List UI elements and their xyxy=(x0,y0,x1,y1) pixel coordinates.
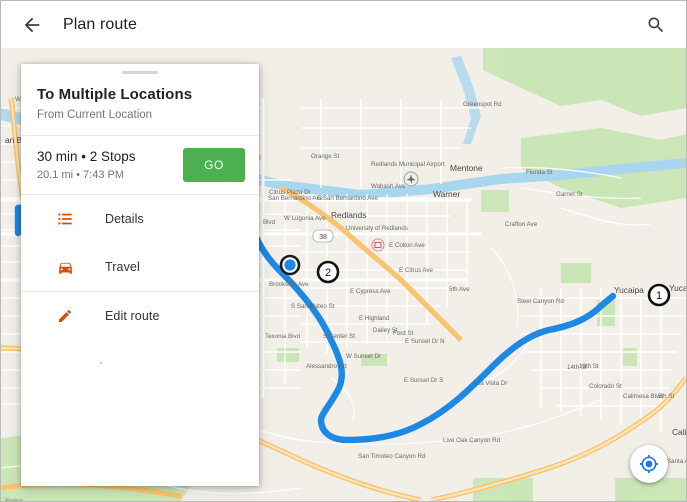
map-label: Mentone xyxy=(450,163,483,173)
map-label: Greenspot Rd xyxy=(463,101,502,108)
map-label: Brookside Ave xyxy=(269,281,309,288)
eta-text-group: 30 min • 2 Stops 20.1 mi • 7:43 PM xyxy=(37,148,183,182)
origin-marker xyxy=(279,254,301,276)
menu-label-details: Details xyxy=(105,212,144,226)
map-label: S Center St xyxy=(323,333,355,340)
map-label: San Timoteo Canyon Rd xyxy=(358,453,426,460)
menu-item-travel[interactable]: Travel xyxy=(21,243,259,291)
eta-row: 30 min • 2 Stops 20.1 mi • 7:43 PM GO xyxy=(21,136,259,194)
poi-icon xyxy=(371,238,385,252)
map-label: Santa Ana xyxy=(667,458,686,465)
go-button[interactable]: GO xyxy=(183,148,245,182)
eta-distance-arrival: 20.1 mi • 7:43 PM xyxy=(37,169,125,181)
map-label: Blvd xyxy=(263,219,276,226)
stop-marker-2: 2 xyxy=(316,260,340,284)
map-label: 5th St xyxy=(658,393,674,400)
map-label: Warner xyxy=(433,189,460,199)
map-label: E Sunset Dr S xyxy=(404,377,443,384)
destination-title: To Multiple Locations xyxy=(37,86,193,103)
my-location-button[interactable] xyxy=(630,445,668,483)
map-label: Florida St xyxy=(526,169,553,176)
map-label: University of Redlands xyxy=(346,225,408,232)
arrow-left-icon xyxy=(24,17,40,32)
app-window: W 5th StE 5th St3rd StRedlands Municipal… xyxy=(0,0,687,502)
svg-text:38: 38 xyxy=(319,234,327,241)
map-label: Redlands xyxy=(331,210,366,220)
sheet-header: To Multiple Locations From Current Locat… xyxy=(21,74,259,135)
map-label: E Citrus Ave xyxy=(399,267,433,274)
map-label: W Sunset Dr xyxy=(346,353,381,360)
map-label: Alessandro Rd xyxy=(306,363,347,370)
map-label: Ford St xyxy=(393,330,414,337)
map-label: E Highland xyxy=(359,315,390,322)
menu-item-details[interactable]: Details xyxy=(21,195,259,243)
map-label: E Sunset Dr N xyxy=(405,338,445,345)
map-label: Live Oak Canyon Rd xyxy=(443,437,501,444)
highway-shield-38: 38 xyxy=(312,229,334,243)
map-label: Spring xyxy=(5,498,23,501)
car-icon xyxy=(55,257,75,277)
map-label: E Cypress Ave xyxy=(350,288,391,295)
map-label: Yucaip xyxy=(669,283,686,293)
menu-label-edit-route: Edit route xyxy=(105,309,160,323)
map-label: Colorado St xyxy=(589,383,622,390)
stop-marker-1: 1 xyxy=(647,283,671,307)
list-icon xyxy=(55,209,75,229)
app-bar: Plan route xyxy=(1,1,686,48)
map-label: Wabash Ave xyxy=(371,183,406,190)
map-label: 5th Ave xyxy=(449,286,470,293)
map-label: E San Bernardino Ave xyxy=(317,195,378,202)
menu-item-edit-route[interactable]: Edit route xyxy=(21,292,259,340)
back-button[interactable] xyxy=(9,1,55,48)
map-label: Alta Vista Dr xyxy=(473,380,507,387)
svg-text:2: 2 xyxy=(325,267,331,279)
map-label: S San Mateo St xyxy=(291,303,335,310)
map-label: Steel Canyon Rd xyxy=(517,298,564,305)
my-location-icon xyxy=(639,454,659,474)
map-label: Texonia Blvd xyxy=(265,333,301,340)
map-label: W Lugonia Ave xyxy=(284,215,326,222)
map-label: Garnet St xyxy=(556,191,583,198)
map-label: Citrus Plaza Dr xyxy=(269,189,311,196)
search-button[interactable] xyxy=(632,1,680,48)
map-label: Redlands Municipal Airport xyxy=(371,161,445,168)
page-title: Plan route xyxy=(63,15,137,33)
sheet-artifact-dot xyxy=(100,362,102,364)
map-label: San Bernardino Ave xyxy=(268,195,323,202)
map-label: Orange St xyxy=(311,153,339,160)
map-label: Calim xyxy=(672,427,686,437)
map-label: Crafton Ave xyxy=(505,221,538,228)
pencil-icon xyxy=(55,306,75,326)
map-label: an B xyxy=(5,135,23,145)
menu-label-travel: Travel xyxy=(105,260,140,274)
svg-text:1: 1 xyxy=(656,290,662,302)
search-icon xyxy=(648,16,664,32)
origin-subtitle: From Current Location xyxy=(37,109,153,121)
eta-duration-stops: 30 min • 2 Stops xyxy=(37,149,136,164)
map-label: E Colton Ave xyxy=(389,242,425,249)
airport-icon xyxy=(403,171,419,187)
route-sheet: To Multiple Locations From Current Locat… xyxy=(21,64,259,486)
map-label: 13th St xyxy=(579,363,599,370)
map-label: Yucaipa xyxy=(614,285,644,295)
